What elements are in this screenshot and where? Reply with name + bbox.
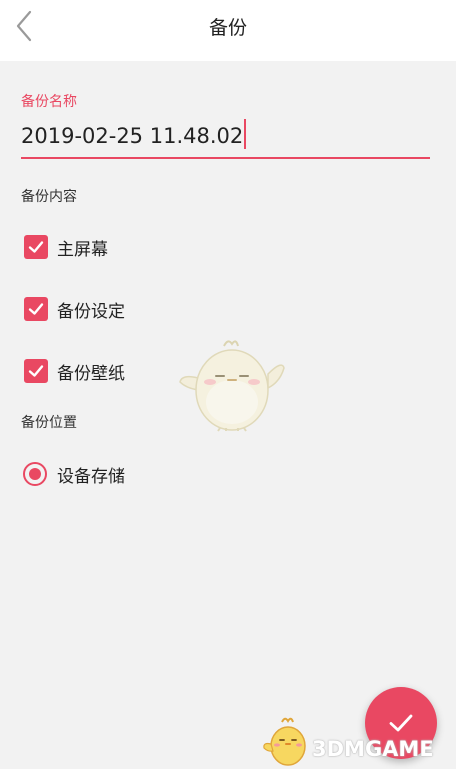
watermark-text: 3DMGAME [312, 737, 434, 761]
app-header: 备份 [0, 0, 456, 61]
device-storage-label: 设备存储 [57, 466, 125, 487]
checkbox-row-backup-settings[interactable]: 备份设定 [24, 294, 125, 324]
device-storage-radio[interactable] [23, 462, 47, 486]
backup-name-label: 备份名称 [21, 94, 77, 110]
chick-mascot-watermark-icon [179, 340, 285, 432]
backup-content-label: 备份内容 [21, 189, 77, 205]
watermark-chick-logo-icon [263, 717, 306, 766]
home-screen-label: 主屏幕 [57, 239, 108, 260]
backup-settings-checkbox[interactable] [24, 297, 48, 321]
backup-name-input[interactable]: 2019-02-25 11.48.02 [21, 119, 430, 159]
backup-name-value: 2019-02-25 11.48.02 [21, 124, 244, 148]
page-title: 备份 [208, 17, 247, 39]
home-screen-checkbox[interactable] [24, 235, 48, 259]
radio-row-device-storage[interactable]: 设备存储 [23, 459, 125, 489]
radio-selected-dot [29, 468, 41, 480]
text-cursor [244, 119, 247, 149]
checkbox-row-home-screen[interactable]: 主屏幕 [24, 232, 108, 262]
checkmark-icon [28, 303, 44, 315]
backup-settings-label: 备份设定 [57, 301, 125, 322]
checkbox-row-backup-wallpaper[interactable]: 备份壁纸 [24, 356, 125, 386]
checkmark-icon [28, 365, 44, 377]
backup-wallpaper-label: 备份壁纸 [57, 363, 125, 384]
watermark: 3DMGAME [262, 714, 452, 768]
backup-location-label: 备份位置 [21, 415, 77, 431]
checkmark-icon [28, 241, 44, 253]
backup-wallpaper-checkbox[interactable] [24, 359, 48, 383]
